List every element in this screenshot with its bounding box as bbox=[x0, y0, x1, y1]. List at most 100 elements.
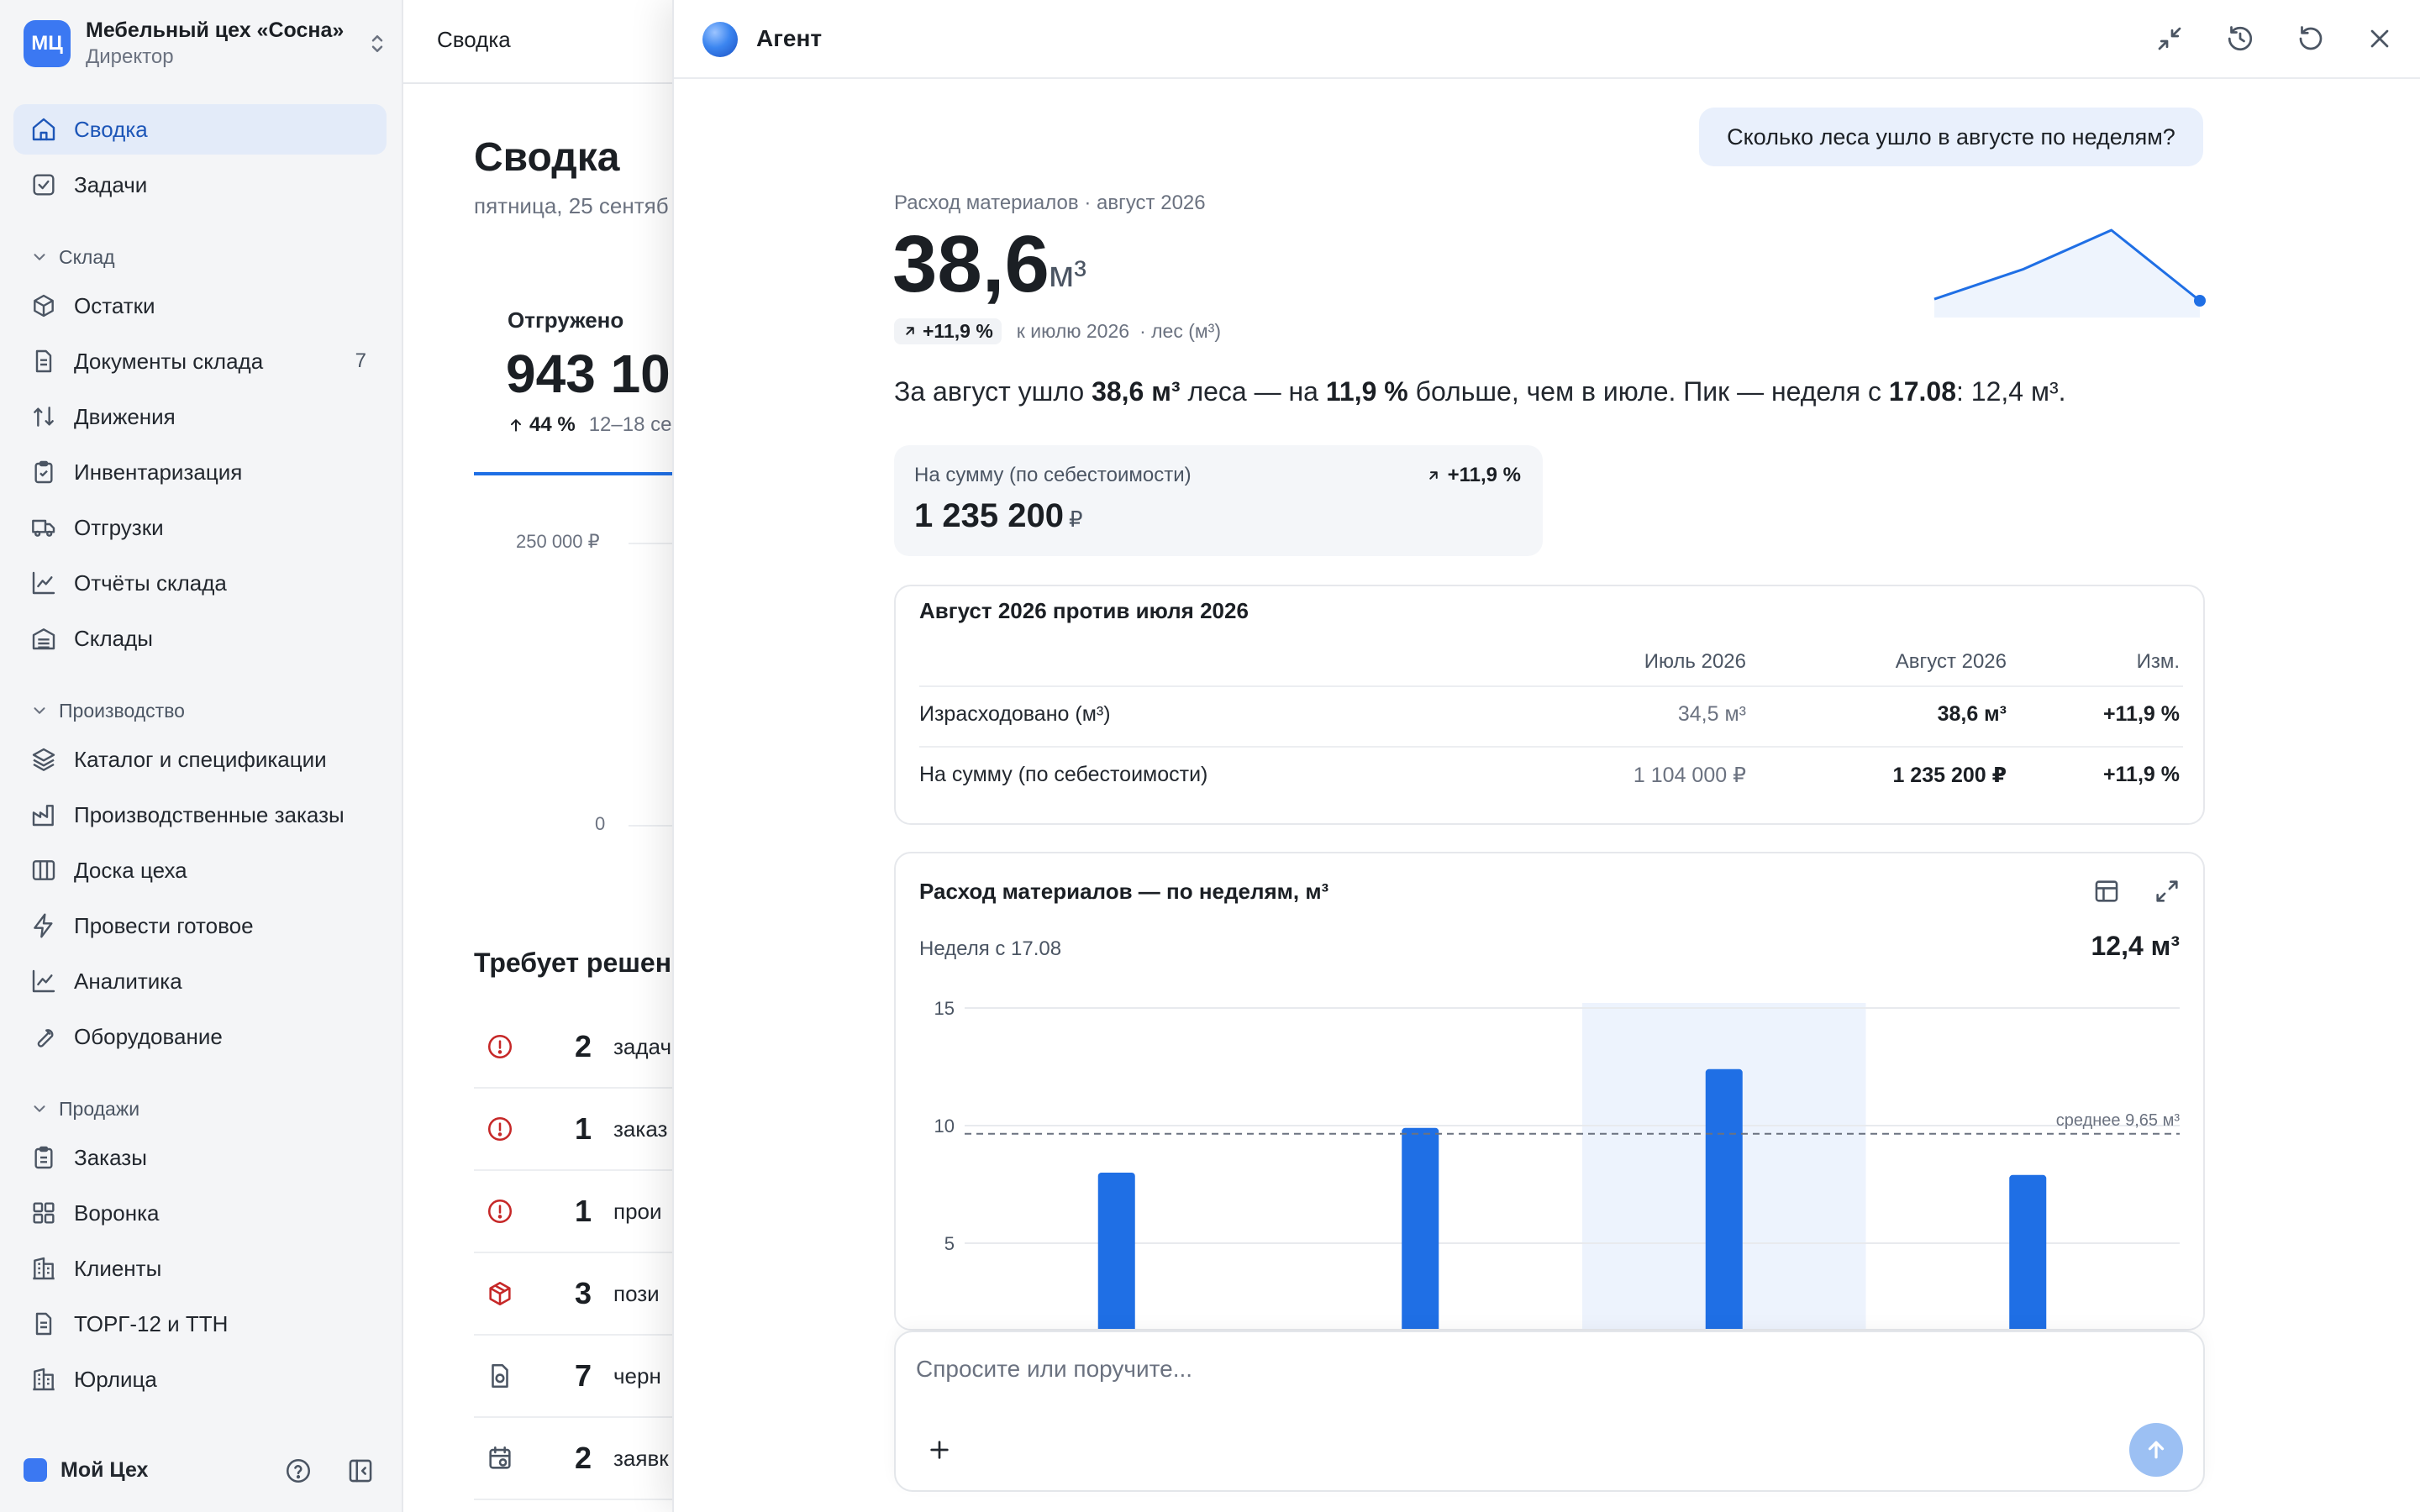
expand-icon[interactable] bbox=[2153, 877, 2181, 906]
kpi-delta-value: 44 % bbox=[529, 413, 576, 436]
refresh-icon[interactable] bbox=[2296, 24, 2326, 54]
truck-icon bbox=[30, 514, 57, 541]
sidebar-section-title: Склад bbox=[59, 245, 115, 268]
attention-text: черн bbox=[613, 1362, 661, 1389]
summary-text: За август ушло bbox=[894, 376, 1092, 407]
close-icon[interactable] bbox=[2365, 24, 2395, 54]
package-icon bbox=[486, 1279, 514, 1308]
sidebar-item-label: Заказы bbox=[74, 1144, 147, 1170]
agent-summary: За август ушло 38,6 м³ леса — на 11,9 % … bbox=[894, 376, 2065, 407]
chevron-down-icon bbox=[30, 248, 49, 266]
breadcrumb[interactable]: Сводка bbox=[437, 27, 511, 53]
layers-icon bbox=[30, 746, 57, 773]
chevron-down-icon bbox=[30, 701, 49, 720]
draft-icon bbox=[486, 1362, 514, 1390]
sidebar-item-label: Юрлица bbox=[74, 1366, 157, 1392]
sidebar-item-label: Документы склада bbox=[74, 348, 264, 374]
sidebar-item-funnel[interactable]: Воронка bbox=[13, 1188, 387, 1238]
sidebar-item-warehouses[interactable]: Склады bbox=[13, 613, 387, 664]
sidebar-section-title: Производство bbox=[59, 699, 185, 722]
sidebar-section-warehouse[interactable]: Склад bbox=[30, 240, 115, 274]
attention-text: заказ bbox=[613, 1116, 668, 1142]
arrow-up-right-icon bbox=[1426, 468, 1441, 483]
sidebar-item-shipments[interactable]: Отгрузки bbox=[13, 502, 387, 553]
attention-count: 7 bbox=[575, 1358, 592, 1393]
sidebar-item-production-orders[interactable]: Производственные заказы bbox=[13, 790, 387, 840]
org-name: Мебельный цех «Сосна» bbox=[86, 18, 345, 42]
arrow-up-right-icon bbox=[902, 323, 918, 339]
sparkline-last-point bbox=[2194, 295, 2206, 307]
chevron-updown-icon[interactable] bbox=[365, 31, 390, 56]
agent-panel: Агент Сколько леса ушло в августе по нед… bbox=[672, 0, 2420, 1512]
table-cell-change: +11,9 % bbox=[2102, 702, 2180, 726]
sidebar-item-shop-board[interactable]: Доска цеха bbox=[13, 845, 387, 895]
brand-logo bbox=[24, 1458, 47, 1482]
cost-card: На сумму (по себестоимости) +11,9 % 1 23… bbox=[894, 445, 1543, 556]
chart-bar bbox=[1705, 1068, 1743, 1329]
sidebar-item-warehouse-reports[interactable]: Отчёты склада bbox=[13, 558, 387, 608]
metric-label: Расход материалов · август 2026 bbox=[894, 192, 1206, 214]
alert-circle-icon bbox=[486, 1197, 514, 1226]
user-message: Сколько леса ушло в августе по неделям? bbox=[1699, 108, 2203, 166]
sidebar-item-analytics[interactable]: Аналитика bbox=[13, 956, 387, 1006]
page-date: пятница, 25 сентяб bbox=[474, 193, 669, 218]
columns-icon bbox=[30, 857, 57, 884]
plus-icon[interactable] bbox=[926, 1436, 953, 1463]
grid-icon bbox=[30, 1200, 57, 1226]
arrow-up-icon bbox=[508, 417, 524, 433]
sidebar-item-label: Каталог и спецификации bbox=[74, 746, 327, 772]
sidebar-item-post-finished[interactable]: Провести готовое bbox=[13, 900, 387, 951]
chart-average-label: среднее 9,65 м³ bbox=[2056, 1111, 2181, 1130]
table-cell-change: +11,9 % bbox=[2102, 763, 2180, 786]
sidebar-item-torg12[interactable]: ТОРГ-12 и ТТН bbox=[13, 1299, 387, 1349]
table-row-label: Израсходовано (м³) bbox=[919, 702, 1111, 726]
sidebar-item-orders[interactable]: Заказы bbox=[13, 1132, 387, 1183]
sidebar-item-inventory[interactable]: Инвентаризация bbox=[13, 447, 387, 497]
sidebar-item-equipment[interactable]: Оборудование bbox=[13, 1011, 387, 1062]
sidebar-collapse-icon[interactable] bbox=[346, 1457, 375, 1485]
send-button[interactable] bbox=[2129, 1423, 2183, 1477]
cost-label: На сумму (по себестоимости) bbox=[914, 464, 1192, 486]
attention-text: прои bbox=[613, 1198, 662, 1224]
sidebar-item-label: Провести готовое bbox=[74, 912, 254, 938]
column-header: Изм. bbox=[2136, 650, 2180, 673]
factory-icon bbox=[30, 801, 57, 828]
message-input[interactable] bbox=[916, 1351, 2176, 1388]
sidebar-item-label: Воронка bbox=[74, 1200, 160, 1226]
sidebar-item-clients[interactable]: Клиенты bbox=[13, 1243, 387, 1294]
table-view-icon[interactable] bbox=[2092, 877, 2121, 906]
minimize-icon[interactable] bbox=[2154, 24, 2185, 54]
lightning-icon bbox=[30, 912, 57, 939]
sidebar-section-sales[interactable]: Продажи bbox=[30, 1092, 139, 1126]
sidebar-item-label: Оборудование bbox=[74, 1023, 223, 1049]
table-cell-july: 34,5 м³ bbox=[1677, 702, 1746, 726]
weekly-bar-chart[interactable]: 5 10 15 среднее 9,65 м³ bbox=[896, 971, 2203, 1331]
sidebar-item-movements[interactable]: Движения bbox=[13, 391, 387, 442]
wrench-icon bbox=[30, 1023, 57, 1050]
column-header: Август 2026 bbox=[1895, 650, 2007, 673]
sidebar-item-catalog[interactable]: Каталог и спецификации bbox=[13, 734, 387, 785]
sidebar-item-warehouse-docs[interactable]: Документы склада 7 bbox=[13, 336, 387, 386]
sidebar-item-summary[interactable]: Сводка bbox=[13, 104, 387, 155]
chart-title: Расход материалов — по неделям, м³ bbox=[919, 879, 1329, 904]
org-switcher[interactable]: МЦ Мебельный цех «Сосна» Директор bbox=[24, 18, 390, 69]
sidebar-section-title: Продажи bbox=[59, 1097, 140, 1120]
table-cell-august: 38,6 м³ bbox=[1937, 702, 2007, 726]
sidebar-item-label: Движения bbox=[74, 403, 176, 429]
sidebar-section-production[interactable]: Производство bbox=[30, 694, 185, 727]
sidebar-item-legal-entities[interactable]: Юрлица bbox=[13, 1354, 387, 1404]
agent-orb-icon bbox=[702, 22, 738, 57]
clipboard-icon bbox=[30, 1144, 57, 1171]
attention-count: 2 bbox=[575, 1029, 592, 1063]
sidebar-item-stock[interactable]: Остатки bbox=[13, 281, 387, 331]
column-header: Июль 2026 bbox=[1644, 650, 1746, 673]
selected-week-label: Неделя с 17.08 bbox=[919, 937, 1062, 960]
help-icon[interactable] bbox=[284, 1457, 313, 1485]
attention-count: 1 bbox=[575, 1194, 592, 1228]
delta-badge: +11,9 % bbox=[894, 318, 1002, 344]
alert-circle-icon bbox=[486, 1032, 514, 1061]
sidebar-item-label: ТОРГ-12 и ТТН bbox=[74, 1310, 229, 1336]
sparkline-area bbox=[1934, 230, 2200, 318]
sidebar-item-tasks[interactable]: Задачи bbox=[13, 160, 387, 210]
history-icon[interactable] bbox=[2225, 24, 2255, 54]
